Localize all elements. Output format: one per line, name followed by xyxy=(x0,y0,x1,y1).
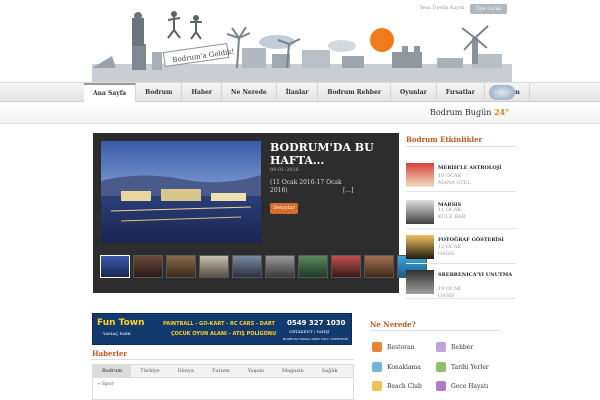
nav-item[interactable]: Fırsatlar xyxy=(437,83,485,103)
slide-title[interactable]: BODRUM'DA BU HAFTA... xyxy=(270,141,395,167)
nav-item[interactable]: Haber xyxy=(182,83,223,103)
slider-thumbnail[interactable] xyxy=(265,255,295,278)
event-venue: KULE BAR xyxy=(438,214,466,220)
event-title[interactable]: FOTOĞRAF GÖSTERİSİ xyxy=(438,237,516,243)
category-beach-club[interactable]: Beach Club xyxy=(372,381,422,391)
nav-item[interactable]: Bodrum Rehber xyxy=(318,83,391,103)
site-logo-skyline[interactable]: Bodrum'a Geldik! xyxy=(92,8,512,82)
slide-excerpt: (11 Ocak 2016-17 Ocak 2016) xyxy=(270,179,342,194)
event-venue: MANA OTEL xyxy=(438,180,471,186)
slider-thumbnail[interactable] xyxy=(133,255,163,278)
event-item[interactable]: FOTOĞRAF GÖSTERİSİ 12 OCAK OASIS xyxy=(406,230,516,264)
globe-icon[interactable] xyxy=(489,85,515,100)
news-tab[interactable]: Türkiye xyxy=(131,365,168,377)
ad-logo-sub: YAMAÇ PARK xyxy=(103,331,131,336)
category-label: Tarihi Yerler xyxy=(451,363,489,371)
nav-item[interactable]: Oyunlar xyxy=(391,83,437,103)
news-tab[interactable]: Turizm xyxy=(203,365,239,377)
event-item[interactable]: MERİH'LE ASTROLOJİ 10 OCAK MANA OTEL xyxy=(406,158,516,192)
featured-slider: BODRUM'DA BU HAFTA... 09-01-2016 (11 Oca… xyxy=(93,133,427,293)
event-item[interactable]: SREBRENICA'YI UNUTMA 19 OCAK OASIS xyxy=(406,265,516,299)
ad-logo: Fun Town xyxy=(97,318,145,328)
event-venue: OASIS xyxy=(438,251,455,257)
news-tabs: Bodrum Türkiye Dünya Turizm Yaşam Magazin Sağl… xyxy=(92,364,354,378)
beach-club-icon xyxy=(372,381,382,391)
nightlife-icon xyxy=(436,381,446,391)
guide-icon xyxy=(436,342,446,352)
slide-date: 09-01-2016 xyxy=(270,167,299,173)
category-label: Beach Club xyxy=(387,382,422,390)
historic-sites-icon xyxy=(436,362,446,372)
slider-thumbnail[interactable] xyxy=(298,255,328,278)
news-subcategory[interactable]: » Spor xyxy=(97,381,114,387)
ad-services: PAINTBALL - GO-KART - RC CARS - DART xyxy=(163,321,275,327)
info-strip: Bodrum Bugün 24° xyxy=(0,102,600,124)
slider-thumbnail[interactable] xyxy=(331,255,361,278)
ad-address: ORTAKENT / YAHŞİ xyxy=(289,329,330,334)
category-label: Restoran xyxy=(387,343,415,351)
news-tab[interactable]: Yaşam xyxy=(239,365,273,377)
slider-thumbnail[interactable] xyxy=(100,255,130,278)
ad-services-secondary: ÇOCUK OYUN ALANI - ATIŞ POLİGONU xyxy=(171,331,277,337)
nav-item[interactable]: İlanlar xyxy=(277,83,319,103)
category-nightlife[interactable]: Gece Hayatı xyxy=(436,381,488,391)
news-list: » Spor xyxy=(92,378,354,400)
ad-address-detail: BODRUM YAMAÇ PARK YOLU ÜZERİNDE xyxy=(283,337,348,341)
weather-temperature: 24° xyxy=(493,107,510,117)
divider xyxy=(92,359,354,360)
news-tab[interactable]: Magazin xyxy=(273,365,313,377)
category-label: Rehber xyxy=(451,343,474,351)
accommodation-icon xyxy=(372,362,382,372)
nav-item[interactable]: Ne Nerede xyxy=(222,83,277,103)
news-tab[interactable]: Dünya xyxy=(169,365,203,377)
event-image[interactable] xyxy=(406,163,434,187)
news-tab[interactable]: Bodrum xyxy=(93,365,132,377)
slider-thumbnail[interactable] xyxy=(232,255,262,278)
divider xyxy=(406,146,516,147)
event-item[interactable]: MARSIS 11 OCAK KULE BAR xyxy=(406,195,516,229)
nav-item[interactable]: Ana Sayfa xyxy=(84,83,137,103)
slider-thumbnail[interactable] xyxy=(364,255,394,278)
weather-widget: Bodrum Bugün 24° xyxy=(430,107,509,117)
event-date: 10 OCAK xyxy=(438,173,462,179)
event-date: 19 OCAK xyxy=(438,286,462,292)
nav-menu: Ana Sayfa Bodrum Haber Ne Nerede İlanlar Bodr… xyxy=(84,83,530,103)
slider-thumbnails xyxy=(100,255,427,278)
restaurant-icon xyxy=(372,342,382,352)
event-venue: OASIS xyxy=(438,293,455,299)
category-label: Gece Hayatı xyxy=(451,382,489,390)
event-title[interactable]: MERİH'LE ASTROLOJİ xyxy=(438,165,516,171)
category-label: Konaklama xyxy=(387,363,421,371)
nav-item[interactable]: Bodrum xyxy=(136,83,183,103)
category-restaurant[interactable]: Restoran xyxy=(372,342,414,352)
event-image[interactable] xyxy=(406,270,434,294)
read-more-link[interactable]: [...] xyxy=(343,187,353,194)
ad-phone: 0549 327 1030 xyxy=(287,319,346,327)
site-header: Yeni Üyelik Kaydı Üye Girişi Bodrum'a Ge… xyxy=(0,0,600,82)
ne-nerede-heading: Ne Nerede? xyxy=(370,320,416,329)
event-image[interactable] xyxy=(406,200,434,224)
news-heading: Haberler xyxy=(92,349,127,358)
event-title[interactable]: SREBRENICA'YI UNUTMA xyxy=(438,272,516,278)
main-navigation: Ana Sayfa Bodrum Haber Ne Nerede İlanlar Bodr… xyxy=(0,82,600,103)
advertisement-banner[interactable]: Fun Town YAMAÇ PARK PAINTBALL - GO-KART … xyxy=(92,313,352,345)
divider xyxy=(370,330,500,331)
slide-image[interactable] xyxy=(101,141,261,243)
event-date: 11 OCAK xyxy=(438,207,462,213)
news-tab[interactable]: Sağlık xyxy=(313,365,347,377)
category-historic-sites[interactable]: Tarihi Yerler xyxy=(436,362,489,372)
slider-thumbnail[interactable] xyxy=(166,255,196,278)
events-heading: Bodrum Etkinlikler xyxy=(406,135,483,144)
category-guide[interactable]: Rehber xyxy=(436,342,473,352)
event-image[interactable] xyxy=(406,235,434,259)
slider-thumbnail[interactable] xyxy=(199,255,229,278)
weather-label: Bodrum Bugün xyxy=(430,108,492,117)
event-date: 12 OCAK xyxy=(438,244,462,250)
details-button[interactable]: Detaylar xyxy=(270,203,298,214)
category-accommodation[interactable]: Konaklama xyxy=(372,362,421,372)
